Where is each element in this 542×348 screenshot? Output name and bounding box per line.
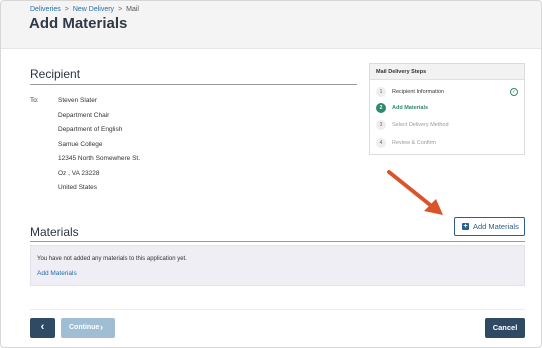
footer-divider: [30, 309, 525, 310]
address-line: 12345 North Somewhere St.: [58, 155, 141, 162]
step-select-delivery-method: 3 Select Delivery Method: [376, 120, 522, 131]
breadcrumb-separator: >: [118, 6, 123, 13]
step-label: Select Delivery Method: [392, 122, 449, 128]
continue-button[interactable]: Continue ›: [61, 318, 115, 338]
steps-heading: Mail Delivery Steps: [370, 64, 524, 80]
step-review-confirm: 4 Review & Confirm: [376, 138, 522, 149]
chevron-right-icon: ›: [100, 322, 103, 332]
address-line: Steven Slater: [58, 97, 98, 104]
continue-button-label: Continue: [69, 324, 100, 331]
step-add-materials[interactable]: 2 Add Materials: [376, 103, 522, 114]
add-materials-button[interactable]: + Add Materials: [454, 217, 525, 236]
plus-square-icon: +: [462, 223, 469, 230]
delivery-steps-panel: Mail Delivery Steps 1 Recipient Informat…: [369, 63, 525, 155]
step-label: Review & Confirm: [392, 140, 437, 146]
recipient-divider: [30, 84, 357, 85]
page-title: Add Materials: [29, 15, 128, 32]
step-number: 1: [376, 87, 386, 97]
add-materials-link[interactable]: Add Materials: [37, 270, 77, 277]
check-circle-icon: ✓: [510, 88, 518, 96]
step-label: Recipient Information: [392, 89, 444, 95]
step-number: 4: [376, 138, 386, 148]
step-recipient-information[interactable]: 1 Recipient Information ✓: [376, 87, 522, 98]
recipient-heading: Recipient: [30, 67, 81, 81]
address-line: Department Chair: [58, 112, 110, 119]
materials-heading: Materials: [30, 225, 79, 239]
to-label: To:: [30, 97, 39, 104]
app-frame: Deliveries > New Delivery > Mail Add Materia…: [0, 0, 542, 348]
step-number: 2: [376, 103, 386, 113]
back-button[interactable]: ‹: [30, 318, 55, 338]
breadcrumb-current: Mail: [126, 6, 139, 13]
step-number: 3: [376, 120, 386, 130]
annotation-arrow-icon: [387, 170, 443, 215]
address-line: Department of English: [58, 126, 123, 133]
step-label: Add Materials: [392, 105, 429, 111]
breadcrumb-deliveries[interactable]: Deliveries: [30, 6, 61, 13]
address-line: Samue College: [58, 141, 103, 148]
chevron-left-icon: ‹: [40, 321, 45, 333]
cancel-button[interactable]: Cancel: [485, 318, 525, 338]
empty-materials-message: You have not added any materials to this…: [37, 256, 187, 262]
address-line: Oz , VA 23228: [58, 170, 100, 177]
breadcrumb: Deliveries > New Delivery > Mail: [30, 6, 139, 13]
breadcrumb-new-delivery[interactable]: New Delivery: [73, 6, 114, 13]
materials-empty-panel: You have not added any materials to this…: [30, 245, 525, 286]
materials-divider: [30, 241, 525, 242]
page-header: Deliveries > New Delivery > Mail Add Materia…: [1, 1, 541, 49]
add-materials-button-label: Add Materials: [473, 222, 519, 231]
address-line: United States: [58, 184, 98, 191]
breadcrumb-separator: >: [64, 6, 69, 13]
